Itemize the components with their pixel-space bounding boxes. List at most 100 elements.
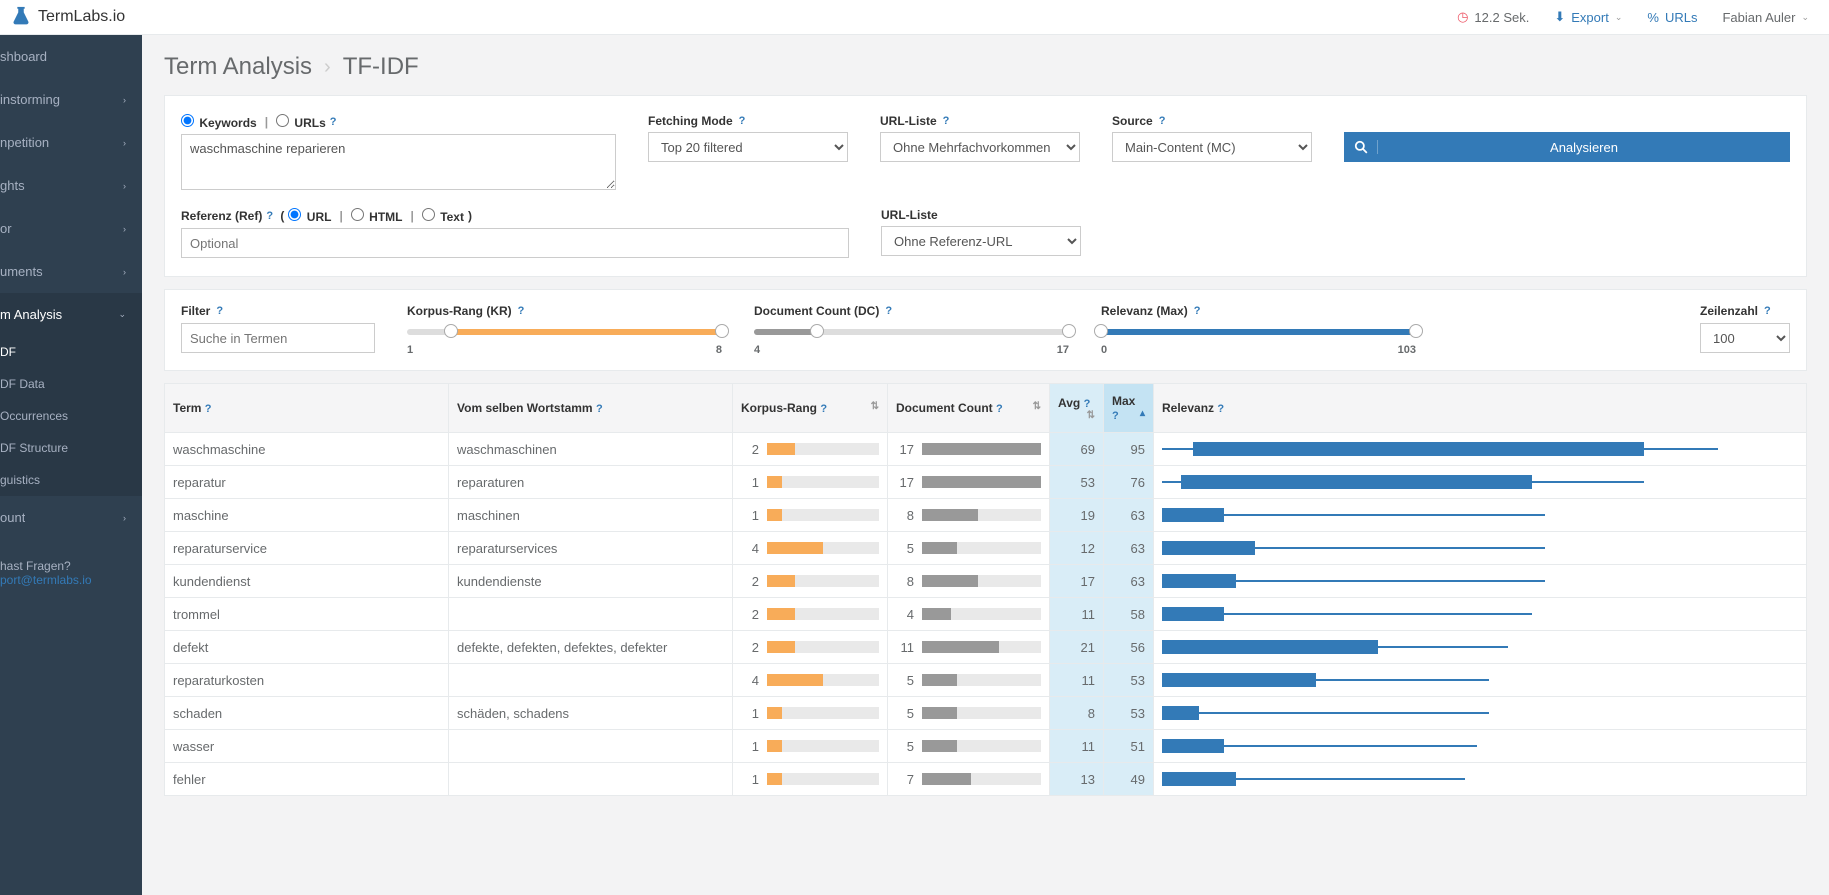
help-icon[interactable]: ? [739,115,746,127]
help-icon[interactable]: ? [1194,305,1201,317]
cell-kr: 1 [733,697,888,730]
sidebar-item[interactable]: ount› [0,496,142,539]
help-icon[interactable]: ? [820,403,827,415]
filter-input[interactable] [181,323,375,353]
help-icon[interactable]: ? [996,403,1003,415]
zeilen-select[interactable]: 100 [1700,323,1790,353]
cell-dc: 7 [888,763,1050,796]
cell-stem: schäden, schadens [449,697,733,730]
cell-relevanz [1154,697,1807,730]
sort-icon: ⇅ [1033,401,1041,412]
sidebar-item[interactable]: npetition› [0,121,142,164]
sidebar-item[interactable]: instorming› [0,78,142,121]
th-kr[interactable]: Korpus-Rang ?⇅ [733,384,888,433]
cell-dc: 17 [888,466,1050,499]
kr-max: 8 [716,344,722,356]
th-max[interactable]: Max ?▴ [1104,384,1154,433]
cell-kr: 1 [733,466,888,499]
cell-term: wasser [165,730,449,763]
help-icon[interactable]: ? [885,305,892,317]
help-icon[interactable]: ? [1159,115,1166,127]
keywords-radio[interactable]: Keywords [181,114,257,130]
cell-avg: 17 [1050,565,1104,598]
support-email-link[interactable]: port@termlabs.io [0,573,142,587]
help-icon[interactable]: ? [518,305,525,317]
dc-slider[interactable] [754,329,1069,335]
cell-dc: 5 [888,697,1050,730]
table-row: kundendienstkundendienste281763 [165,565,1807,598]
sidebar-item[interactable]: shboard [0,35,142,78]
sidebar-footer-text: hast Fragen? [0,559,142,573]
chevron-icon: › [123,138,132,148]
spacer [1344,114,1790,128]
cell-max: 51 [1104,730,1154,763]
cell-stem: reparaturen [449,466,733,499]
cell-term: schaden [165,697,449,730]
table-row: wasser151151 [165,730,1807,763]
table-row: reparaturreparaturen1175376 [165,466,1807,499]
help-icon[interactable]: ? [1217,403,1224,415]
sidebar-subitem[interactable]: DF Structure [0,432,142,464]
rel-slider[interactable] [1101,329,1416,335]
ref-text-radio[interactable]: Text [422,208,464,224]
source-label: Source? [1112,114,1312,128]
link-icon: % [1647,10,1659,25]
urlliste-label: URL-Liste? [880,114,1080,128]
chevron-down-icon: ⌄ [1615,12,1623,23]
help-icon[interactable]: ? [1084,398,1091,410]
chevron-down-icon: ⌄ [1801,12,1809,23]
cell-term: reparaturkosten [165,664,449,697]
help-icon[interactable]: ? [205,403,212,415]
help-icon[interactable]: ? [216,305,223,317]
sidebar-item[interactable]: uments› [0,250,142,293]
keywords-input[interactable]: waschmaschine reparieren [181,134,616,190]
help-icon[interactable]: ? [266,210,273,222]
user-name: Fabian Auler [1722,10,1795,25]
cell-kr: 2 [733,565,888,598]
cell-max: 56 [1104,631,1154,664]
ref-url-radio[interactable]: URL [288,208,331,224]
kr-slider[interactable] [407,329,722,335]
fetching-select[interactable]: Top 20 filtered [648,132,848,162]
sidebar-subitem[interactable]: Occurrences [0,400,142,432]
analyze-button[interactable]: Analysieren [1344,132,1790,162]
th-term[interactable]: Term ? [165,384,449,433]
urlliste2-select[interactable]: Ohne Referenz-URL [881,226,1081,256]
th-stem[interactable]: Vom selben Wortstamm ? [449,384,733,433]
sidebar-subitem[interactable]: DF [0,336,142,368]
urlliste2-label: URL-Liste [881,208,1081,222]
ref-html-radio[interactable]: HTML [351,208,403,224]
help-icon[interactable]: ? [596,403,603,415]
table-row: fehler171349 [165,763,1807,796]
cell-kr: 1 [733,730,888,763]
urls-radio[interactable]: URLs [276,114,326,130]
help-icon[interactable]: ? [943,115,950,127]
source-select[interactable]: Main-Content (MC) [1112,132,1312,162]
export-menu[interactable]: ⬇ Export ⌄ [1554,9,1622,25]
sidebar-item[interactable]: or› [0,207,142,250]
urlliste-select[interactable]: Ohne Mehrfachvorkommen [880,132,1080,162]
sidebar: shboardinstorming›npetition›ghts›or›umen… [0,35,142,895]
cell-avg: 12 [1050,532,1104,565]
sidebar-item[interactable]: m Analysis⌄ [0,293,142,336]
table-row: reparaturservicereparaturservices451263 [165,532,1807,565]
sidebar-item[interactable]: ghts› [0,164,142,207]
user-menu[interactable]: Fabian Auler ⌄ [1722,10,1809,25]
th-relevanz[interactable]: Relevanz ? [1154,384,1807,433]
cell-kr: 1 [733,499,888,532]
sidebar-subitem[interactable]: DF Data [0,368,142,400]
help-icon[interactable]: ? [330,116,337,128]
help-icon[interactable]: ? [1112,410,1119,422]
th-dc[interactable]: Document Count ?⇅ [888,384,1050,433]
chevron-icon: › [123,513,132,523]
results-table: Term ? Vom selben Wortstamm ? Korpus-Ran… [164,383,1807,796]
keywords-urls-toggle: Keywords | URLs ? [181,114,616,130]
help-icon[interactable]: ? [1764,305,1771,317]
urls-button[interactable]: % URLs [1647,10,1697,25]
referenz-input[interactable] [181,228,849,258]
sidebar-subitem[interactable]: guistics [0,464,142,496]
chevron-icon: ⌄ [118,309,132,320]
referenz-label: Referenz (Ref) ? ( URL | HTML | Text ) [181,208,849,224]
logo[interactable]: TermLabs.io [0,6,125,28]
th-avg[interactable]: Avg ?⇅ [1050,384,1104,433]
